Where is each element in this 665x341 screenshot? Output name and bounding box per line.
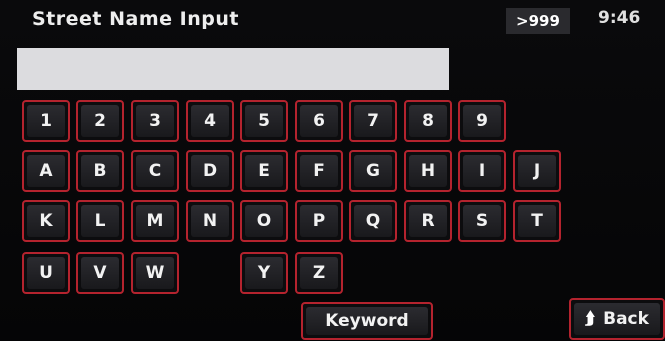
key-label: G [354, 155, 392, 187]
street-name-field[interactable] [17, 48, 449, 90]
key-c[interactable]: C [131, 150, 179, 192]
key-label: M [136, 205, 174, 237]
key-label: J [518, 155, 556, 187]
key-label: 7 [354, 105, 392, 137]
key-label: 5 [245, 105, 283, 137]
key-d[interactable]: D [186, 150, 234, 192]
key-6[interactable]: 6 [295, 100, 343, 142]
key-p[interactable]: P [295, 200, 343, 242]
key-label: P [300, 205, 338, 237]
key-label: L [81, 205, 119, 237]
key-label: S [463, 205, 501, 237]
key-label: U [27, 257, 65, 289]
key-label: T [518, 205, 556, 237]
key-a[interactable]: A [22, 150, 70, 192]
key-h[interactable]: H [404, 150, 452, 192]
key-8[interactable]: 8 [404, 100, 452, 142]
key-y[interactable]: Y [240, 252, 288, 294]
key-g[interactable]: G [349, 150, 397, 192]
key-5[interactable]: 5 [240, 100, 288, 142]
key-label: W [136, 257, 174, 289]
key-e[interactable]: E [240, 150, 288, 192]
key-n[interactable]: N [186, 200, 234, 242]
key-label: Z [300, 257, 338, 289]
key-label: R [409, 205, 447, 237]
key-z[interactable]: Z [295, 252, 343, 294]
key-w[interactable]: W [131, 252, 179, 294]
return-arrow-icon: ⮭ [585, 309, 596, 329]
key-label: I [463, 155, 501, 187]
key-label: A [27, 155, 65, 187]
key-label: 1 [27, 105, 65, 137]
clock: 9:46 [598, 8, 641, 28]
key-label: E [245, 155, 283, 187]
key-9[interactable]: 9 [458, 100, 506, 142]
key-b[interactable]: B [76, 150, 124, 192]
key-l[interactable]: L [76, 200, 124, 242]
key-1[interactable]: 1 [22, 100, 70, 142]
key-u[interactable]: U [22, 252, 70, 294]
key-label: V [81, 257, 119, 289]
key-label: H [409, 155, 447, 187]
key-j[interactable]: J [513, 150, 561, 192]
key-label: B [81, 155, 119, 187]
keyword-button[interactable]: Keyword [301, 302, 433, 340]
key-label: D [191, 155, 229, 187]
key-label: 8 [409, 105, 447, 137]
back-button[interactable]: ⮭ Back [569, 298, 665, 340]
key-label: Y [245, 257, 283, 289]
street-name-input-screen: Street Name Input >999 9:46 1 2 3 4 5 6 … [0, 0, 665, 341]
key-label: N [191, 205, 229, 237]
match-count-badge: >999 [506, 8, 570, 34]
key-label: K [27, 205, 65, 237]
key-label: C [136, 155, 174, 187]
key-label: 2 [81, 105, 119, 137]
key-f[interactable]: F [295, 150, 343, 192]
key-i[interactable]: I [458, 150, 506, 192]
key-label: 3 [136, 105, 174, 137]
key-label: 4 [191, 105, 229, 137]
key-label: 9 [463, 105, 501, 137]
key-m[interactable]: M [131, 200, 179, 242]
key-o[interactable]: O [240, 200, 288, 242]
key-k[interactable]: K [22, 200, 70, 242]
key-q[interactable]: Q [349, 200, 397, 242]
key-4[interactable]: 4 [186, 100, 234, 142]
key-3[interactable]: 3 [131, 100, 179, 142]
key-label: 6 [300, 105, 338, 137]
back-label: Back [603, 309, 649, 329]
screen-title: Street Name Input [32, 8, 239, 30]
key-7[interactable]: 7 [349, 100, 397, 142]
key-r[interactable]: R [404, 200, 452, 242]
keyword-label: Keyword [306, 307, 428, 335]
key-2[interactable]: 2 [76, 100, 124, 142]
key-label: O [245, 205, 283, 237]
key-label: Q [354, 205, 392, 237]
key-v[interactable]: V [76, 252, 124, 294]
key-label: F [300, 155, 338, 187]
key-s[interactable]: S [458, 200, 506, 242]
key-t[interactable]: T [513, 200, 561, 242]
